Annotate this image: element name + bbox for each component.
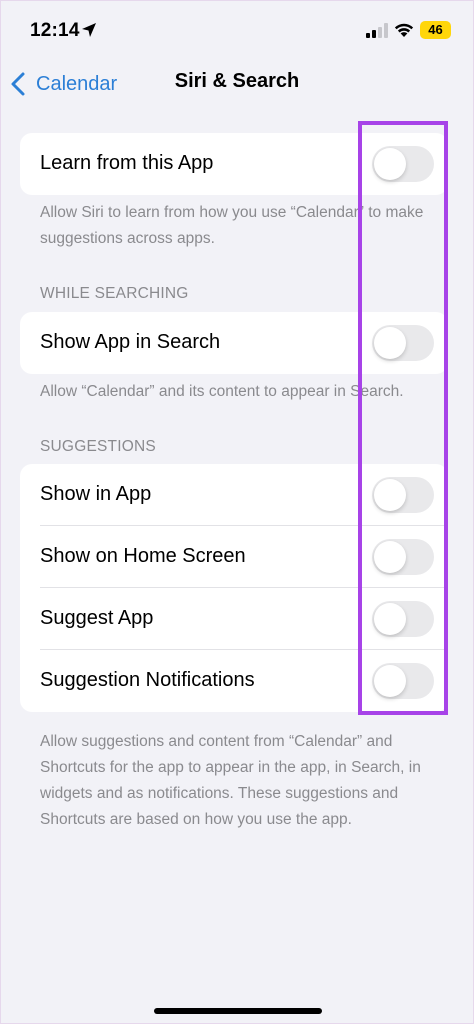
setting-row-suggestion-notifications: Suggestion Notifications	[20, 650, 448, 712]
setting-label: Show App in Search	[40, 331, 221, 353]
suggestion-notifications-toggle[interactable]	[372, 663, 434, 699]
status-bar: 12:14 46	[0, 0, 474, 62]
wifi-icon	[394, 23, 414, 37]
page-title: Siri & Search	[174, 70, 300, 92]
battery-icon: 46	[420, 21, 451, 39]
location-arrow-icon	[82, 23, 96, 37]
setting-row-suggest-app: Suggest App	[20, 588, 448, 650]
show-on-home-screen-toggle[interactable]	[372, 539, 434, 575]
suggestions-group: Show in App Show on Home Screen Suggest …	[20, 464, 448, 712]
setting-label: Learn from this App	[40, 152, 214, 174]
setting-label: Suggest App	[40, 607, 154, 629]
section-header-suggestions: SUGGESTIONS	[40, 438, 156, 455]
show-app-in-search-toggle[interactable]	[372, 325, 434, 361]
suggestions-footer: Allow suggestions and content from “Cale…	[40, 733, 421, 828]
learn-from-app-toggle[interactable]	[372, 146, 434, 182]
toggle-knob	[374, 541, 406, 573]
setting-row-learn-from-app: Learn from this App	[20, 133, 448, 195]
cellular-signal-icon	[366, 23, 388, 38]
toggle-knob	[374, 665, 406, 697]
setting-row-show-app-in-search: Show App in Search	[20, 312, 448, 374]
setting-row-show-on-home-screen: Show on Home Screen	[20, 526, 448, 588]
setting-row-show-in-app: Show in App	[20, 464, 448, 526]
toggle-knob	[374, 327, 406, 359]
toggle-knob	[374, 148, 406, 180]
toggle-knob	[374, 603, 406, 635]
show-in-app-toggle[interactable]	[372, 477, 434, 513]
battery-level: 46	[428, 22, 443, 37]
searching-group: Show App in Search	[20, 312, 448, 374]
learn-footer: Allow Siri to learn from how you use “Ca…	[40, 204, 424, 247]
status-time: 12:14	[30, 20, 80, 41]
section-header-while-searching: WHILE SEARCHING	[40, 285, 189, 302]
home-indicator[interactable]	[154, 1008, 322, 1014]
setting-label: Show in App	[40, 483, 152, 505]
setting-label: Show on Home Screen	[40, 545, 246, 567]
setting-label: Suggestion Notifications	[40, 669, 255, 691]
toggle-knob	[374, 479, 406, 511]
suggest-app-toggle[interactable]	[372, 601, 434, 637]
learn-group: Learn from this App	[20, 133, 448, 195]
searching-footer: Allow “Calendar” and its content to appe…	[40, 383, 404, 400]
